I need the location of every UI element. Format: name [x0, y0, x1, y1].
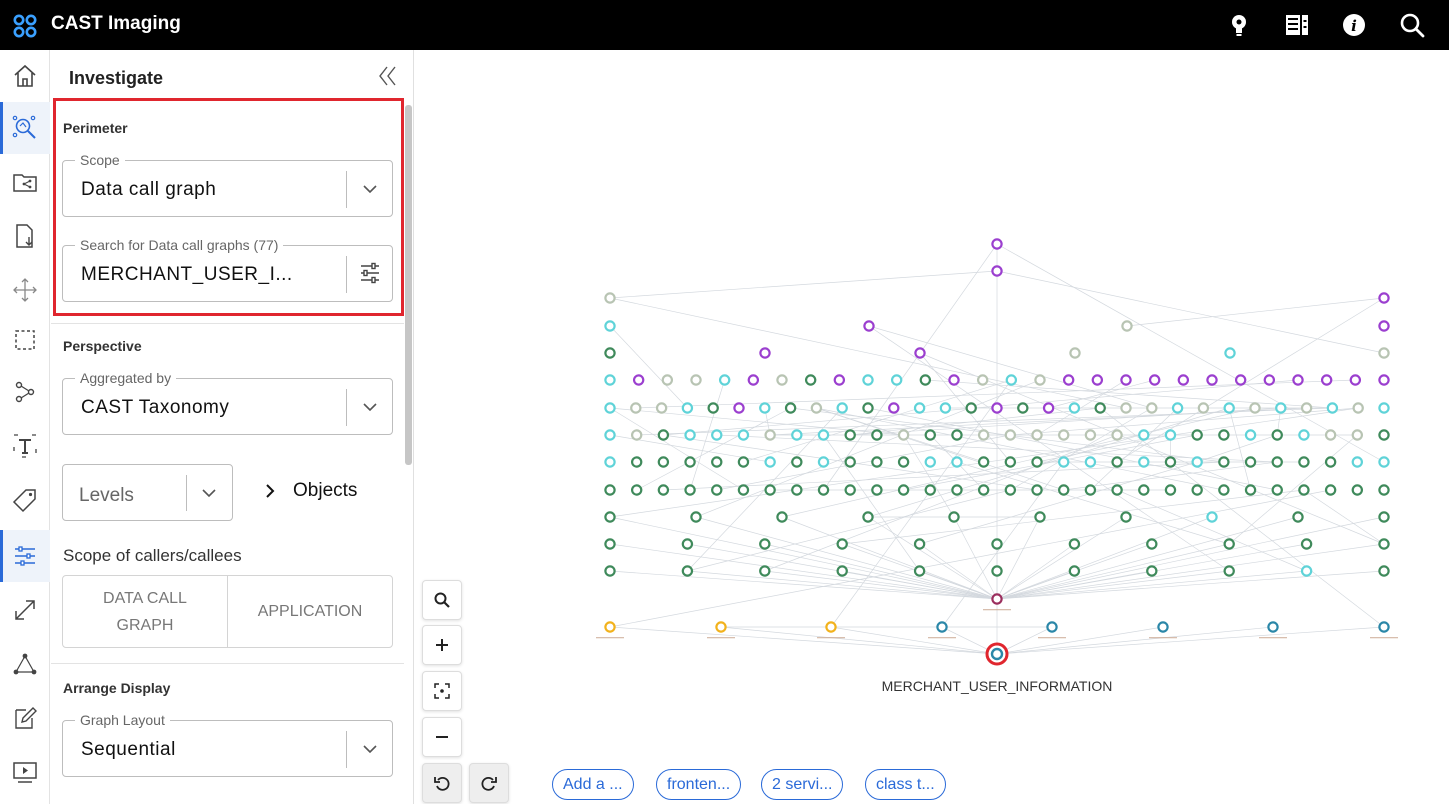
- edit-icon: [15, 707, 37, 729]
- graph-layout-label: Graph Layout: [75, 712, 170, 728]
- rail-presentation[interactable]: [0, 746, 50, 798]
- search-value: MERCHANT_USER_I...: [81, 264, 293, 285]
- search-icon[interactable]: [1399, 12, 1425, 38]
- zoom-in-button[interactable]: [422, 625, 462, 665]
- rail-home[interactable]: [0, 50, 50, 102]
- rail-move[interactable]: [0, 264, 50, 316]
- info-icon[interactable]: i: [1341, 12, 1367, 38]
- rail-tag[interactable]: [0, 474, 50, 526]
- rail-investigate[interactable]: [0, 102, 50, 154]
- rail-filter[interactable]: [0, 530, 50, 582]
- search-icon: [434, 592, 450, 608]
- presentation-icon: [13, 762, 37, 783]
- zoom-in-icon: [436, 639, 448, 651]
- perspective-title: Perspective: [63, 338, 142, 354]
- investigate-icon: [12, 115, 36, 139]
- chevron-down-icon[interactable]: [201, 484, 217, 502]
- chip-add[interactable]: Add a ...: [552, 769, 634, 800]
- left-icon-rail: [0, 50, 50, 804]
- selection-icon: [15, 330, 35, 350]
- graph-layout-select[interactable]: Graph Layout Sequential: [62, 712, 393, 777]
- select-divider: [346, 731, 347, 768]
- zoom-out-icon: [436, 736, 448, 738]
- focus-node-label: MERCHANT_USER_INFORMATION: [881, 678, 1113, 694]
- select-divider: [346, 389, 347, 426]
- panel-title: Investigate: [69, 68, 164, 88]
- top-bar: CAST Imaging i: [0, 0, 1449, 50]
- zoom-out-button[interactable]: [422, 717, 462, 757]
- chip-frontend[interactable]: fronten...: [656, 769, 742, 800]
- rail-text[interactable]: [0, 420, 50, 472]
- text-icon: [13, 434, 37, 458]
- scope-callers-toggle: DATA CALL GRAPH APPLICATION: [62, 575, 393, 648]
- aggregated-by-select[interactable]: Aggregated by CAST Taxonomy: [62, 370, 393, 435]
- graph-layout-value: Sequential: [81, 739, 176, 760]
- application-button[interactable]: APPLICATION: [227, 576, 392, 647]
- undo-button[interactable]: [422, 763, 462, 803]
- perimeter-title: Perimeter: [63, 120, 128, 136]
- collapse-panel-icon[interactable]: [377, 64, 399, 88]
- data-call-graph-line1: DATA CALL: [103, 589, 187, 607]
- section-divider: [51, 323, 404, 324]
- scope-select[interactable]: Scope Data call graph: [62, 152, 393, 217]
- graph-search-button[interactable]: [422, 580, 462, 620]
- lightbulb-icon[interactable]: [1226, 12, 1252, 38]
- investigate-panel: Investigate Perimeter Scope Data call gr…: [51, 50, 414, 804]
- fit-screen-button[interactable]: [422, 671, 462, 711]
- fit-screen-icon: [434, 683, 450, 699]
- path-icon: [15, 381, 35, 403]
- chevron-right-icon: [266, 484, 275, 498]
- rail-folder-share[interactable]: [0, 156, 50, 208]
- objects-label: Objects: [293, 480, 358, 501]
- home-icon: [14, 64, 36, 87]
- rail-expand[interactable]: [0, 584, 50, 636]
- file-download-icon: [16, 224, 33, 248]
- data-call-graph-button[interactable]: DATA CALL GRAPH: [63, 576, 227, 647]
- data-call-graph-search[interactable]: Search for Data call graphs (77) MERCHAN…: [62, 237, 393, 302]
- chevron-down-icon[interactable]: [362, 180, 378, 198]
- redo-button[interactable]: [469, 763, 509, 803]
- search-divider: [346, 256, 347, 293]
- rail-selection[interactable]: [0, 314, 50, 366]
- chip-class[interactable]: class t...: [865, 769, 946, 800]
- levels-placeholder: Levels: [79, 485, 134, 506]
- undo-icon: [434, 776, 450, 791]
- section-divider: [51, 663, 404, 664]
- filter-settings-icon[interactable]: [360, 262, 380, 284]
- chip-services[interactable]: 2 servi...: [761, 769, 844, 800]
- data-call-graph[interactable]: [414, 50, 1449, 750]
- rail-network[interactable]: [0, 638, 50, 690]
- expand-icon: [15, 600, 35, 620]
- redo-icon: [481, 776, 497, 791]
- aggregated-value: CAST Taxonomy: [81, 397, 230, 418]
- select-divider: [346, 171, 347, 208]
- rail-path[interactable]: [0, 366, 50, 418]
- app-title: CAST Imaging: [51, 13, 181, 34]
- objects-toggle[interactable]: Objects: [263, 480, 357, 502]
- levels-select[interactable]: Levels: [62, 464, 233, 521]
- filter-sliders-icon: [15, 546, 35, 566]
- select-divider: [186, 475, 187, 511]
- rail-edit[interactable]: [0, 692, 50, 744]
- graph-canvas[interactable]: MERCHANT_USER_INFORMATION Add a ... fron…: [414, 50, 1449, 804]
- panel-scrollbar[interactable]: [405, 105, 412, 465]
- arrange-display-title: Arrange Display: [63, 680, 171, 696]
- chevron-down-icon[interactable]: [362, 398, 378, 416]
- scope-value: Data call graph: [81, 179, 217, 200]
- network-icon: [13, 653, 37, 675]
- scope-label: Scope: [75, 152, 125, 168]
- rail-file-download[interactable]: [0, 210, 50, 262]
- cast-logo-icon: [13, 14, 37, 38]
- svg-text:i: i: [1351, 17, 1357, 35]
- tag-icon: [12, 489, 36, 513]
- folder-share-icon: [13, 174, 37, 192]
- aggregated-label: Aggregated by: [75, 370, 177, 386]
- search-label: Search for Data call graphs (77): [75, 237, 284, 253]
- data-call-graph-line2: GRAPH: [116, 616, 174, 634]
- chevron-down-icon[interactable]: [362, 740, 378, 758]
- move-icon: [13, 278, 37, 302]
- scope-callers-title: Scope of callers/callees: [63, 546, 242, 565]
- report-icon[interactable]: [1284, 12, 1310, 38]
